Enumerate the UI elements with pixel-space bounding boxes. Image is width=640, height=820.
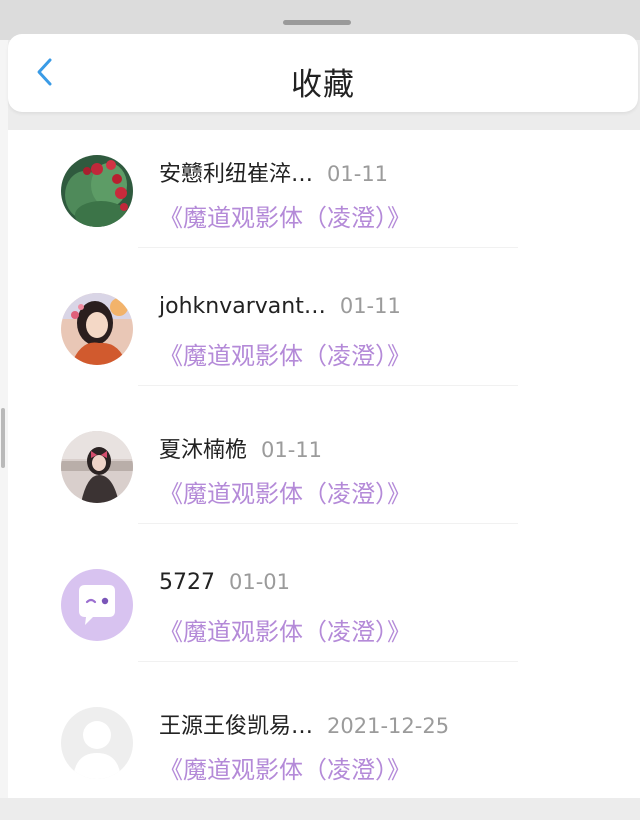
user-info: 夏沐楠桅 01-11 bbox=[159, 432, 322, 464]
user-name[interactable]: 5727 bbox=[159, 570, 215, 595]
user-info: johknvarvant… 01-11 bbox=[159, 294, 401, 319]
work-title-link[interactable]: 《魔道观影体（凌澄）》 bbox=[159, 474, 411, 509]
user-name[interactable]: johknvarvant… bbox=[159, 294, 326, 319]
favorite-date: 01-11 bbox=[261, 438, 323, 462]
user-name[interactable]: 安戆利纽崔淬… bbox=[159, 162, 313, 187]
favorite-date: 01-01 bbox=[229, 570, 291, 594]
favorites-list: 安戆利纽崔淬… 01-11 《魔道观影体（凌澄）》 johknvarvant… 01… bbox=[8, 130, 640, 798]
divider bbox=[138, 385, 518, 386]
default-user-avatar[interactable] bbox=[61, 707, 133, 779]
favorite-date: 01-11 bbox=[339, 294, 401, 318]
divider bbox=[138, 247, 518, 248]
divider bbox=[138, 661, 518, 662]
user-info: 5727 01-01 bbox=[159, 570, 290, 595]
work-title-link[interactable]: 《魔道观影体（凌澄）》 bbox=[159, 198, 411, 233]
divider bbox=[138, 523, 518, 524]
work-title-link[interactable]: 《魔道观影体（凌澄）》 bbox=[159, 336, 411, 371]
side-panel-edge bbox=[0, 40, 8, 798]
page-title: 收藏 bbox=[291, 67, 355, 103]
girl-photo-avatar[interactable] bbox=[61, 431, 133, 503]
nav-header: 收藏 bbox=[8, 34, 638, 112]
favorite-date: 01-11 bbox=[327, 162, 389, 186]
favorite-date: 2021-12-25 bbox=[327, 714, 450, 738]
work-title-link[interactable]: 《魔道观影体（凌澄）》 bbox=[159, 750, 411, 785]
user-name[interactable]: 夏沐楠桅 bbox=[159, 438, 247, 463]
anime-girl-avatar[interactable] bbox=[61, 293, 133, 365]
user-info: 安戆利纽崔淬… 01-11 bbox=[159, 156, 388, 188]
user-info: 王源王俊凯易… 2021-12-25 bbox=[159, 708, 449, 740]
sheet-grab-handle[interactable] bbox=[283, 20, 351, 25]
side-handle[interactable] bbox=[1, 408, 5, 468]
work-title-link[interactable]: 《魔道观影体（凌澄）》 bbox=[159, 612, 411, 647]
cactus-avatar[interactable] bbox=[61, 155, 133, 227]
favorite-item[interactable]: 王源王俊凯易… 2021-12-25 《魔道观影体（凌澄）》 bbox=[8, 682, 640, 820]
user-name[interactable]: 王源王俊凯易… bbox=[159, 714, 313, 739]
chat-bubble-avatar[interactable] bbox=[61, 569, 133, 641]
